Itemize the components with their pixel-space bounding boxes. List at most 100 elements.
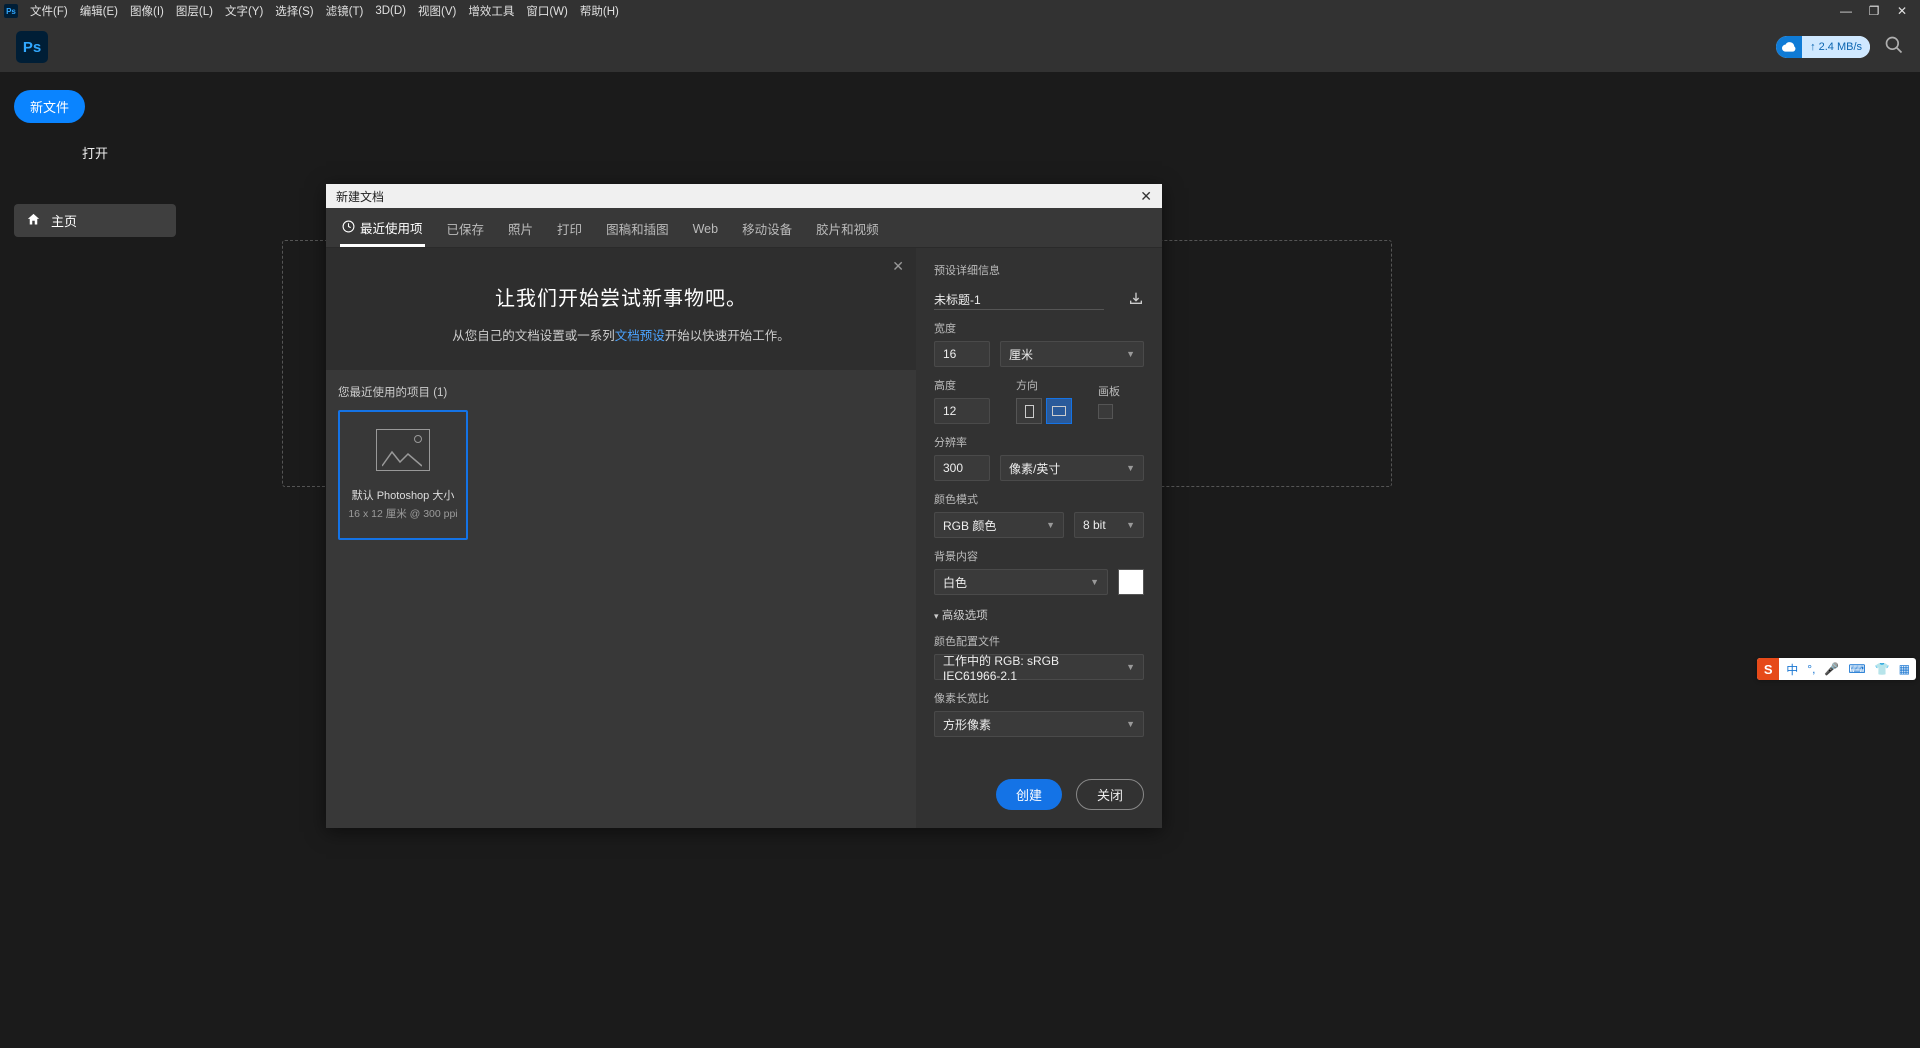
dialog-tabs: 最近使用项 已保存 照片 打印 图稿和插图 Web 移动设备 胶片和视频 [326,208,1162,248]
background-select[interactable]: 白色▼ [934,569,1108,595]
banner-subtitle: 从您自己的文档设置或一系列文档预设开始以快速开始工作。 [374,325,868,344]
open-button[interactable]: 打开 [14,139,176,166]
preset-name: 默认 Photoshop 大小 [352,487,455,503]
menu-window[interactable]: 窗口(W) [520,3,574,19]
preset-thumb-icon [376,429,430,471]
new-file-button[interactable]: 新文件 [14,90,85,123]
height-label: 高度 [934,377,990,393]
ime-toolbar[interactable]: S 中 °, 🎤 ⌨ 👕 ▦ [1757,658,1916,680]
background-swatch[interactable] [1118,569,1144,595]
chevron-down-icon: ▼ [1090,577,1099,587]
new-document-dialog: 新建文档 ✕ 最近使用项 已保存 照片 打印 图稿和插图 Web 移动设备 胶片… [326,184,1162,828]
pixelratio-label: 像素长宽比 [934,690,1144,706]
ime-punct-icon[interactable]: °, [1805,662,1817,676]
menu-type[interactable]: 文字(Y) [219,3,269,19]
unit-select[interactable]: 厘米▼ [1000,341,1144,367]
tab-web[interactable]: Web [691,212,720,244]
resolution-unit-select[interactable]: 像素/英寸▼ [1000,455,1144,481]
tab-recent-label: 最近使用项 [360,218,423,237]
search-icon[interactable] [1884,35,1904,60]
background-label: 背景内容 [934,548,1144,564]
dialog-titlebar: 新建文档 ✕ [326,184,1162,208]
ime-logo-icon: S [1757,658,1779,680]
menu-edit[interactable]: 编辑(E) [74,3,124,19]
chevron-down-icon: ▾ [934,611,939,621]
chevron-down-icon: ▼ [1126,719,1135,729]
chevron-down-icon: ▼ [1126,463,1135,473]
tab-print[interactable]: 打印 [555,209,584,246]
chevron-down-icon: ▼ [1126,520,1135,530]
chevron-down-icon: ▼ [1126,662,1135,672]
banner-title: 让我们开始尝试新事物吧。 [374,282,868,311]
ime-keyboard-icon[interactable]: ⌨ [1846,662,1867,676]
home-icon [26,212,41,230]
recent-items-label: 您最近使用的项目 (1) [326,370,916,410]
tab-film[interactable]: 胶片和视频 [814,209,881,246]
chevron-down-icon: ▼ [1126,349,1135,359]
orientation-landscape[interactable] [1046,398,1072,424]
cloud-speed-badge[interactable]: ↑2.4 MB/s [1776,36,1870,58]
sidebar-home-label: 主页 [51,211,77,230]
ime-lang-button[interactable]: 中 [1784,661,1800,678]
welcome-banner: ✕ 让我们开始尝试新事物吧。 从您自己的文档设置或一系列文档预设开始以快速开始工… [326,248,916,370]
ps-mini-icon: Ps [4,4,18,18]
cloud-icon [1776,36,1802,58]
menu-help[interactable]: 帮助(H) [574,3,625,19]
details-title: 预设详细信息 [934,262,1000,278]
upload-arrow-icon: ↑ [1810,41,1816,53]
tab-photo[interactable]: 照片 [506,209,535,246]
colormode-select[interactable]: RGB 颜色▼ [934,512,1064,538]
tab-mobile[interactable]: 移动设备 [740,209,794,246]
sidebar-item-home[interactable]: 主页 [14,204,176,237]
dialog-title: 新建文档 [336,188,384,205]
profile-label: 颜色配置文件 [934,633,1144,649]
menu-filter[interactable]: 滤镜(T) [320,3,370,19]
tab-saved[interactable]: 已保存 [445,209,487,246]
width-label: 宽度 [934,320,1144,336]
clock-icon [342,220,355,236]
dialog-close-button[interactable]: ✕ [1140,188,1152,205]
ime-grid-icon[interactable]: ▦ [1897,662,1912,676]
ime-skin-icon[interactable]: 👕 [1873,662,1892,676]
app-header: Ps ↑2.4 MB/s [0,22,1920,72]
colormode-label: 颜色模式 [934,491,1144,507]
resolution-label: 分辨率 [934,434,1144,450]
menu-view[interactable]: 视图(V) [412,3,462,19]
menu-layer[interactable]: 图层(L) [170,3,219,19]
menubar: Ps 文件(F) 编辑(E) 图像(I) 图层(L) 文字(Y) 选择(S) 滤… [0,0,1920,22]
doc-presets-link[interactable]: 文档预设 [615,329,665,343]
pixel-ratio-select[interactable]: 方形像素▼ [934,711,1144,737]
menu-select[interactable]: 选择(S) [269,3,319,19]
banner-close-button[interactable]: ✕ [892,258,904,275]
artboard-label: 画板 [1098,383,1120,399]
document-name-input[interactable] [934,289,1104,310]
menu-plugins[interactable]: 增效工具 [462,3,520,19]
menu-file[interactable]: 文件(F) [24,3,74,19]
orientation-label: 方向 [1016,377,1072,393]
resolution-input[interactable] [934,455,990,481]
window-close[interactable]: ✕ [1888,4,1916,18]
preset-card-default[interactable]: 默认 Photoshop 大小 16 x 12 厘米 @ 300 ppi [338,410,468,540]
ps-logo: Ps [16,31,48,63]
tab-art[interactable]: 图稿和插图 [604,209,671,246]
orientation-portrait[interactable] [1016,398,1042,424]
save-preset-icon[interactable] [1128,290,1144,309]
window-maximize[interactable]: ❐ [1860,4,1888,18]
cloud-speed-text: ↑2.4 MB/s [1802,36,1870,58]
color-profile-select[interactable]: 工作中的 RGB: sRGB IEC61966-2.1▼ [934,654,1144,680]
main-area: 新文件 打开 主页 新建文档 ✕ 最近使用项 已保存 照片 打印 图稿和插图 W… [0,72,1920,1048]
tab-recent[interactable]: 最近使用项 [340,208,425,247]
width-input[interactable] [934,341,990,367]
menu-image[interactable]: 图像(I) [124,3,170,19]
bitdepth-select[interactable]: 8 bit▼ [1074,512,1144,538]
close-button[interactable]: 关闭 [1076,779,1144,810]
window-minimize[interactable]: — [1832,4,1860,18]
advanced-toggle[interactable]: ▾ 高级选项 [934,607,1144,623]
chevron-down-icon: ▼ [1046,520,1055,530]
menu-3d[interactable]: 3D(D) [369,5,412,17]
artboard-checkbox[interactable] [1098,404,1113,419]
ime-mic-icon[interactable]: 🎤 [1822,662,1841,676]
create-button[interactable]: 创建 [996,779,1062,810]
preset-meta: 16 x 12 厘米 @ 300 ppi [348,506,457,521]
height-input[interactable] [934,398,990,424]
